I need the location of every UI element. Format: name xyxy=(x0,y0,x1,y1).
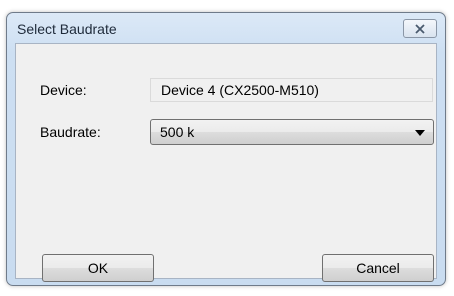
ok-button[interactable]: OK xyxy=(42,254,154,282)
close-button[interactable] xyxy=(403,19,437,38)
title-bar[interactable]: Select Baudrate xyxy=(7,13,445,43)
select-baudrate-dialog: Select Baudrate Device: Device 4 (CX2500… xyxy=(6,12,446,286)
baudrate-label: Baudrate: xyxy=(40,124,101,140)
dialog-title: Select Baudrate xyxy=(17,21,117,37)
device-label: Device: xyxy=(40,82,87,98)
device-field: Device 4 (CX2500-M510) xyxy=(150,78,433,102)
close-icon xyxy=(415,23,425,34)
baudrate-select[interactable]: 500 k xyxy=(150,119,434,145)
cancel-button[interactable]: Cancel xyxy=(322,254,434,282)
chevron-down-icon[interactable] xyxy=(415,130,425,136)
dialog-content: Device: Device 4 (CX2500-M510) Baudrate:… xyxy=(15,43,437,282)
baudrate-selected-value: 500 k xyxy=(160,124,195,140)
